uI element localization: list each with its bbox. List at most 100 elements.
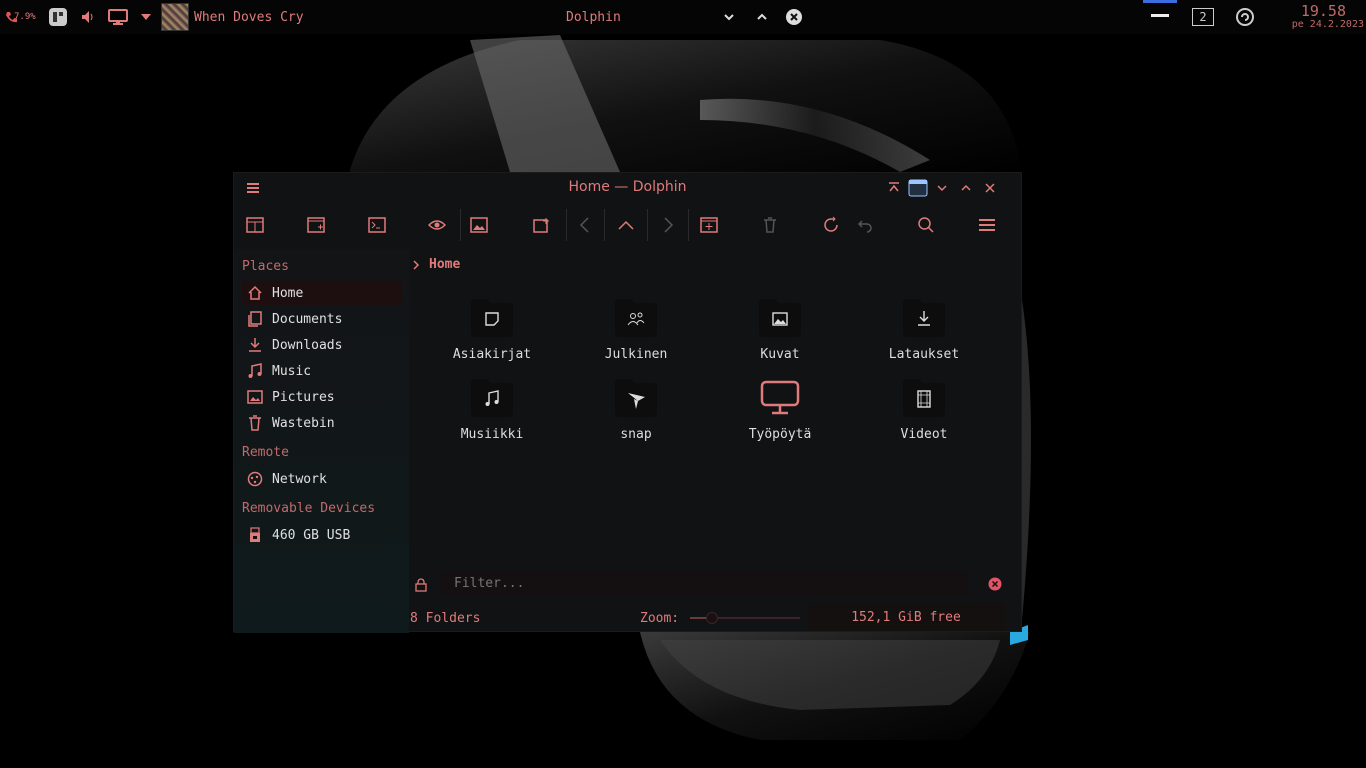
place-label: Pictures (272, 389, 335, 405)
filter-clear-button[interactable] (988, 576, 1002, 595)
folder-label: Kuvat (760, 347, 800, 362)
music-icon (248, 363, 262, 378)
refresh-icon (1236, 8, 1254, 26)
folder-item[interactable]: Työpöytä (720, 379, 840, 449)
undo-button[interactable] (853, 213, 877, 237)
places-section-title: Places (242, 259, 289, 274)
terminal-button[interactable] (365, 213, 389, 237)
folder-label: Videot (900, 427, 948, 442)
chevron-down-icon (937, 185, 947, 192)
new-window-button[interactable] (304, 213, 328, 237)
display-control[interactable] (108, 0, 128, 34)
delete-button[interactable] (758, 213, 782, 237)
preview-button[interactable] (425, 213, 449, 237)
panel-close-button[interactable] (785, 0, 803, 34)
devices-section-title: Removable Devices (242, 501, 376, 516)
zoom-slider-handle[interactable] (706, 612, 718, 624)
keep-above-button[interactable] (885, 179, 903, 197)
split-view-icon (246, 217, 264, 233)
reload-button[interactable] (819, 213, 843, 237)
undo-icon (857, 220, 872, 233)
downloads-folder-icon (903, 299, 945, 337)
up-button[interactable] (614, 213, 638, 237)
show-previews-button[interactable] (467, 213, 491, 237)
file-view[interactable]: Home Asiakirjat Julkinen Kuvat Lataukset… (409, 249, 1021, 569)
window-tabs-button[interactable] (908, 179, 928, 197)
panel-minimize-button[interactable] (722, 0, 736, 34)
place-label: Network (272, 471, 327, 487)
active-indicator (1143, 0, 1177, 3)
folder-label: Julkinen (604, 347, 668, 362)
clear-icon (988, 577, 1002, 591)
panel-maximize-button[interactable] (755, 0, 769, 34)
minimize-button[interactable] (933, 179, 951, 197)
public-folder-icon (615, 299, 657, 337)
close-button[interactable] (981, 179, 999, 197)
create-new-button[interactable] (697, 213, 721, 237)
breadcrumb-home[interactable]: Home (429, 257, 460, 272)
folder-item[interactable]: Kuvat (720, 299, 840, 369)
split-view-button[interactable] (243, 213, 267, 237)
folder-item[interactable]: Lataukset (864, 299, 984, 369)
place-pictures[interactable]: Pictures (242, 385, 402, 409)
document-folder-icon (471, 299, 513, 337)
search-icon (918, 217, 934, 233)
place-network[interactable]: Network (242, 467, 402, 491)
pictures-folder-icon (759, 299, 801, 337)
downloads-icon (249, 338, 261, 352)
free-space-indicator[interactable]: 152,1 GiB free (807, 603, 1005, 631)
folder-item[interactable]: snap (576, 379, 696, 449)
folder-item[interactable]: Asiakirjat (432, 299, 552, 369)
clock-time: 19.58 (1300, 1, 1346, 20)
folder-item[interactable]: Videot (864, 379, 984, 449)
app-launcher[interactable] (48, 0, 68, 34)
toolbar (234, 207, 1021, 243)
back-button[interactable] (573, 213, 597, 237)
filter-input[interactable] (439, 571, 969, 595)
place-documents[interactable]: Documents (242, 307, 402, 331)
close-icon (786, 9, 802, 25)
now-playing-title: When Doves Cry (194, 9, 304, 25)
usb-icon (250, 527, 260, 542)
maximize-button[interactable] (957, 179, 975, 197)
place-downloads[interactable]: Downloads (242, 333, 402, 357)
device-usb[interactable]: 460 GB USB (242, 523, 402, 547)
pictures-icon (247, 390, 263, 404)
volume-control[interactable] (80, 0, 96, 34)
forward-button[interactable] (656, 213, 680, 237)
media-player[interactable]: When Doves Cry (161, 0, 304, 34)
window-icon (908, 179, 928, 197)
folder-label: Musiikki (460, 427, 524, 442)
place-music[interactable]: Music (242, 359, 402, 383)
chevron-down-icon (141, 14, 151, 20)
zoom-slider[interactable] (690, 612, 800, 624)
place-label: 460 GB USB (272, 527, 351, 543)
new-tab-button[interactable] (530, 213, 554, 237)
folder-item[interactable]: Musiikki (432, 379, 552, 449)
clock[interactable]: 19.58 pe 24.2.2023 (1276, 0, 1364, 34)
place-label: Downloads (272, 337, 343, 353)
folder-item[interactable]: Julkinen (576, 299, 696, 369)
desktop-folder-icon (760, 380, 800, 415)
top-panel: 7.9% When Doves Cry Dolphin 2 19.58 pe 2… (0, 0, 1366, 34)
speaker-icon (82, 11, 93, 23)
lock-icon (415, 578, 427, 592)
place-home[interactable]: Home (242, 281, 402, 305)
battery-percent: 7.9% (14, 12, 36, 22)
menu-button[interactable] (975, 213, 999, 237)
place-label: Wastebin (272, 415, 335, 431)
filter-lock-button[interactable] (415, 577, 427, 596)
battery-indicator[interactable]: 7.9% (4, 0, 36, 34)
place-wastebin[interactable]: Wastebin (242, 411, 402, 435)
updates-button[interactable] (1236, 0, 1254, 34)
hamburger-menu-icon (979, 219, 995, 231)
window-titlebar[interactable]: Home — Dolphin (234, 173, 1021, 203)
show-desktop-button[interactable] (1143, 0, 1177, 34)
documents-icon (248, 311, 262, 327)
search-button[interactable] (914, 213, 938, 237)
minimize-bar-icon (1151, 13, 1169, 17)
folder-label: Työpöytä (748, 427, 812, 442)
virtual-desktop-pager[interactable]: 2 (1192, 0, 1214, 34)
media-menu-toggle[interactable] (140, 0, 152, 34)
eye-icon (428, 220, 446, 230)
